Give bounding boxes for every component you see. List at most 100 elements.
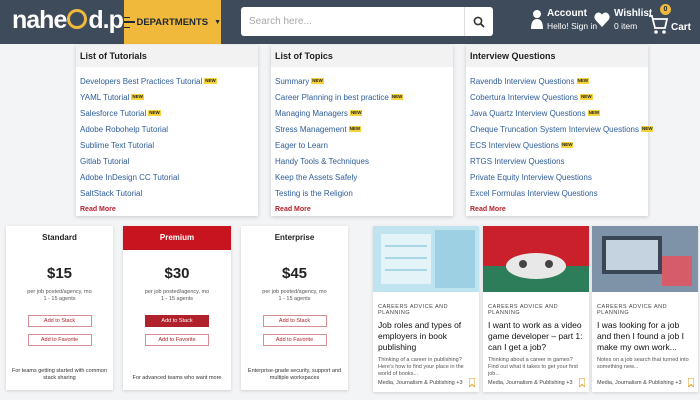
article-excerpt: Notes on a job search that turned into s…	[597, 357, 689, 370]
menu-heading: Interview Questions	[466, 45, 648, 67]
menu-item[interactable]: Testing is the Religion	[275, 186, 453, 202]
wishlist-link[interactable]: Wishlist 0 item	[594, 8, 652, 32]
account-link[interactable]: Account Hello! Sign in	[531, 8, 597, 32]
bookmark-icon[interactable]	[579, 378, 585, 387]
menu-item[interactable]: Eager to Learn	[275, 138, 453, 154]
account-title: Account	[547, 8, 587, 19]
plan-text: For advanced teams who want more	[132, 375, 222, 381]
article-image-books	[373, 226, 479, 292]
new-badge: NEW	[560, 142, 574, 148]
article-source: Media, Journalism & Publishing +3	[597, 380, 682, 386]
article-excerpt: Thinking of a career in publishing? Here…	[378, 357, 464, 377]
add-to-stack-button[interactable]: Add to Stack	[145, 315, 209, 327]
add-to-favorite-button[interactable]: Add to Favorite	[145, 334, 209, 346]
menu-item[interactable]: Stress Management NEW	[275, 122, 453, 138]
menu-item[interactable]: RTGS Interview Questions	[470, 154, 648, 170]
new-badge: NEW	[640, 126, 654, 132]
menu-item[interactable]: ECS Interview Questions NEW	[470, 138, 648, 154]
read-more-link[interactable]: Read More	[275, 206, 311, 213]
menu-item[interactable]: Summary NEW	[275, 74, 453, 90]
menu-item[interactable]: Excel Formulas Interview Questions	[470, 186, 648, 202]
article-image-controller	[483, 226, 589, 292]
menu-item[interactable]: Keep the Assets Safely	[275, 170, 453, 186]
add-to-stack-button[interactable]: Add to Stack	[27, 315, 92, 327]
plan-actions: Add to Stack Add to Favorite	[241, 315, 348, 346]
pricing-card-standard: Standard $15 per job posted/agency, mo 1 …	[6, 226, 113, 390]
logo-ring-icon	[67, 9, 88, 29]
bookmark-icon[interactable]	[469, 378, 475, 387]
menu-item[interactable]: YAML Tutorial NEW	[80, 90, 258, 106]
menu-item[interactable]: Handy Tools & Techniques	[275, 154, 453, 170]
menu-icon	[124, 16, 136, 28]
top-header-bar: nahed.pk DEPARTMENTS ▼ Account Hello! Sig…	[0, 0, 700, 44]
menu-item[interactable]: Gitlab Tutorial	[80, 154, 258, 170]
plan-price: $30	[164, 265, 190, 282]
plan-text: Enterprise-grade security, support and m…	[247, 368, 342, 381]
article-category: CAREERS ADVICE AND PLANNING	[378, 304, 449, 316]
menu-item[interactable]: Cheque Truncation System Interview Quest…	[470, 122, 654, 138]
search-button[interactable]	[464, 7, 493, 36]
menu-item[interactable]: Managing Managers NEW	[275, 106, 453, 122]
add-to-favorite-button[interactable]: Add to Favorite	[27, 334, 92, 346]
cart-label: Cart	[671, 22, 692, 33]
user-icon	[531, 10, 543, 29]
article-card[interactable]: CAREERS ADVICE AND PLANNING I want to wo…	[483, 226, 589, 392]
article-category: CAREERS ADVICE AND PLANNING	[488, 304, 559, 316]
new-badge: NEW	[587, 110, 601, 116]
caret-down-icon: ▼	[214, 18, 221, 26]
article-image-laptop	[592, 226, 698, 292]
menu-item[interactable]: Adobe Robohelp Tutorial	[80, 122, 258, 138]
cart-link[interactable]: 0 Cart	[648, 4, 692, 36]
add-to-favorite-button[interactable]: Add to Favorite	[262, 334, 327, 346]
new-badge: NEW	[348, 126, 362, 132]
read-more-link[interactable]: Read More	[80, 206, 116, 213]
article-title[interactable]: I was looking for a job and then I found…	[597, 320, 693, 353]
menu-item[interactable]: Adobe InDesign CC Tutorial	[80, 170, 258, 186]
article-card[interactable]: CAREERS ADVICE AND PLANNING Job roles an…	[373, 226, 479, 392]
new-badge: NEW	[349, 110, 363, 116]
bookmark-icon[interactable]	[688, 378, 694, 387]
new-badge: NEW	[204, 78, 217, 84]
departments-label: DEPARTMENTS	[136, 16, 209, 28]
menu-item[interactable]: Java Quartz Interview Questions NEW	[470, 106, 648, 122]
new-badge: NEW	[580, 94, 593, 100]
plan-name: Premium	[123, 226, 231, 250]
menu-column-interview: Interview Questions Ravendb Interview Qu…	[466, 45, 654, 216]
plan-price: $15	[46, 265, 73, 282]
menu-list: Summary NEW Career Planning in best pract…	[271, 74, 453, 202]
menu-list: Developers Best Practices Tutorial NEW YA…	[76, 74, 258, 202]
new-badge: NEW	[390, 94, 404, 100]
search-bar	[241, 7, 493, 36]
read-more-link[interactable]: Read More	[470, 206, 506, 213]
wishlist-count: 0 item	[614, 21, 638, 31]
article-title[interactable]: Job roles and types of employers in book…	[378, 320, 474, 353]
menu-item[interactable]: Developers Best Practices Tutorial NEW	[80, 74, 258, 90]
site-logo[interactable]: nahe d.pk	[12, 6, 137, 35]
menu-item[interactable]: Private Equity Interview Questions	[470, 170, 648, 186]
cart-count-badge: 0	[660, 4, 671, 15]
search-icon	[473, 16, 485, 28]
cart-icon-wrap: 0	[648, 4, 671, 36]
menu-item[interactable]: Sublime Text Tutorial	[80, 138, 258, 154]
departments-button[interactable]: DEPARTMENTS ▼	[124, 0, 221, 44]
menu-column-topics: List of Topics Summary NEW Career Plannin…	[271, 45, 453, 216]
article-source: Media, Journalism & Publishing +3	[378, 380, 463, 386]
menu-item[interactable]: Career Planning in best practice NEW	[275, 90, 453, 106]
plan-actions: Add to Stack Add to Favorite	[123, 315, 231, 346]
article-source: Media, Journalism & Publishing +3	[488, 380, 573, 386]
menu-item[interactable]: Salesforce Tutorial NEW	[80, 106, 258, 122]
account-subtitle: Hello! Sign in	[547, 21, 598, 31]
menu-item[interactable]: SaltStack Tutorial	[80, 186, 258, 202]
article-category: CAREERS ADVICE AND PLANNING	[597, 304, 668, 316]
menu-item[interactable]: Ravendb Interview Questions NEW	[470, 74, 648, 90]
article-excerpt: Thinking about a career in games? Find o…	[488, 357, 578, 377]
article-title[interactable]: I want to work as a video game developer…	[488, 320, 584, 353]
add-to-stack-button[interactable]: Add to Stack	[262, 315, 327, 327]
menu-item[interactable]: Cobertura Interview Questions NEW	[470, 90, 648, 106]
search-input[interactable]	[241, 7, 463, 36]
article-card[interactable]: CAREERS ADVICE AND PLANNING I was lookin…	[592, 226, 698, 392]
pricing-card-enterprise: Enterprise $45 per job posted/agency, mo…	[241, 226, 348, 390]
new-badge: NEW	[148, 110, 161, 116]
plan-desc: per job posted/agency, mo 1 - 15 agents	[27, 289, 92, 302]
menu-heading: List of Topics	[271, 45, 453, 67]
